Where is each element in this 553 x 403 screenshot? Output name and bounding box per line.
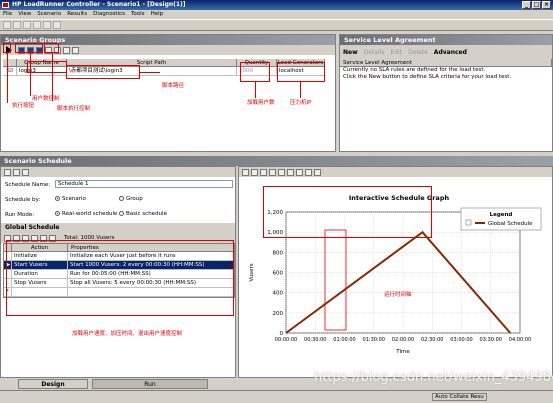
menu-file[interactable]: File <box>3 10 12 19</box>
sla-text-2: Click the New button to define SLA crite… <box>343 74 512 80</box>
x-tick-label: 02:00:00 <box>392 337 414 343</box>
menu-results[interactable]: Results <box>67 10 87 19</box>
menu-diagnostics[interactable]: Diagnostics <box>93 10 125 19</box>
graph-delete-icon[interactable] <box>260 168 267 176</box>
legend-entry: Global Schedule <box>488 221 533 227</box>
sla-details-button[interactable]: Details <box>364 49 385 56</box>
y-tick-label: 600 <box>273 271 284 277</box>
annotation-add-users: 加载用户数 <box>247 100 275 106</box>
y-tick-label: 800 <box>273 250 284 256</box>
y-axis-label: Vusers <box>249 263 255 281</box>
schedule-name-select[interactable]: Schedule 1 <box>55 180 233 188</box>
annotation-user-count: 用户数控制 <box>32 96 60 102</box>
open-icon[interactable] <box>13 21 21 29</box>
group-enabled-checkbox[interactable]: ☑ <box>3 67 17 76</box>
zoom-in-icon[interactable] <box>296 168 303 176</box>
schedule-by-group-radio[interactable]: Group <box>119 196 143 202</box>
x-tick-label: 04:00:00 <box>509 337 531 343</box>
y-tick-label: 200 <box>273 311 284 317</box>
annotation-ramp-control: 加载用户速度、加压时间、退出用户速度控制 <box>72 331 183 337</box>
sla-grid-header: Service Level Agreement <box>340 59 552 67</box>
menu-bar: File View Scenario Results Diagnostics T… <box>0 10 553 19</box>
save-icon[interactable] <box>23 21 31 29</box>
run-icon[interactable] <box>53 21 61 29</box>
x-tick-label: 02:30:00 <box>421 337 443 343</box>
schedule-by-group-label: Group <box>126 196 143 202</box>
zoom-out-icon[interactable] <box>305 168 312 176</box>
menu-scenario[interactable]: Scenario <box>37 10 61 19</box>
x-tick-label: 01:30:00 <box>363 337 385 343</box>
run-mode-basic-radio[interactable]: Basic schedule <box>119 211 167 217</box>
y-tick-label: 400 <box>273 291 284 297</box>
legend-checkbox <box>465 219 472 226</box>
x-tick-label: 01:00:00 <box>333 337 355 343</box>
sla-advanced-button[interactable]: Advanced <box>434 49 467 56</box>
sla-text-1: Currently no SLA rules are defined for t… <box>343 67 486 73</box>
sla-edit-button[interactable]: Edit <box>390 49 402 56</box>
x-axis-label: Time <box>395 349 410 355</box>
maximize-button[interactable]: □ <box>532 1 541 9</box>
x-tick-label: 03:30:00 <box>480 337 502 343</box>
close-button[interactable]: × <box>542 1 551 9</box>
scenario-schedule-header: Scenario Schedule <box>0 156 553 166</box>
run-script-icon[interactable] <box>63 46 70 54</box>
sla-panel: Service Level Agreement New Details Edit… <box>339 34 553 152</box>
auto-collate-status: Auto Collate Resu <box>432 393 487 401</box>
x-tick-label: 00:00:00 <box>275 337 297 343</box>
details-icon[interactable] <box>72 46 79 54</box>
graph-view-icon[interactable] <box>278 168 285 176</box>
app-icon <box>2 2 9 8</box>
x-tick-label: 00:30:00 <box>304 337 326 343</box>
menu-tools[interactable]: Tools <box>131 10 145 19</box>
legend-title: Legend <box>490 212 513 218</box>
delete-schedule-icon[interactable] <box>13 168 20 176</box>
menu-help[interactable]: Help <box>151 10 164 19</box>
window-title: HP LoadRunner Controller - Scenario1 - [… <box>12 1 186 8</box>
annotation-script-exec: 脚本执行控制 <box>57 106 91 112</box>
main-toolbar <box>0 19 553 31</box>
x-tick-label: 03:00:00 <box>450 337 472 343</box>
run-mode-label: Run Mode: <box>5 212 35 218</box>
print-icon[interactable] <box>33 21 41 29</box>
menu-view[interactable]: View <box>18 10 31 19</box>
annotation-exec-button: 执行按钮 <box>12 103 35 109</box>
tab-design[interactable]: Design <box>18 379 88 389</box>
new-icon[interactable] <box>3 21 11 29</box>
run-mode-realworld-radio[interactable]: Real-world schedule <box>55 211 117 217</box>
schedule-by-scenario-radio[interactable]: Scenario <box>55 196 86 202</box>
annotation-run-time-axis: 运行时间轴 <box>384 290 412 298</box>
graph-toolbar <box>239 167 552 177</box>
run-mode-basic-label: Basic schedule <box>126 211 167 217</box>
sla-delete-button[interactable]: Delete <box>408 49 428 56</box>
graph-view2-icon[interactable] <box>287 168 294 176</box>
rename-schedule-icon[interactable] <box>22 168 29 176</box>
title-bar: HP LoadRunner Controller - Scenario1 - [… <box>0 0 553 10</box>
global-schedule-header: Global Schedule <box>1 223 235 233</box>
annotation-script-path: 脚本路径 <box>162 83 185 89</box>
annotation-load-gen-ip: 压力机IP <box>290 100 312 106</box>
sla-new-button[interactable]: New <box>343 49 358 56</box>
sla-header: Service Level Agreement <box>340 35 552 45</box>
graph-edit-icon[interactable] <box>242 168 249 176</box>
design-icon[interactable] <box>43 21 51 29</box>
graph-line-icon[interactable] <box>269 168 276 176</box>
watermark: https://blog.csdn.net/weixin_43949842 <box>314 370 553 385</box>
status-bar: Auto Collate Resu <box>0 390 553 403</box>
tab-run[interactable]: Run <box>92 379 208 389</box>
minimize-button[interactable]: _ <box>522 1 531 9</box>
zoom-reset-icon[interactable] <box>314 168 321 176</box>
schedule-toolbar <box>1 167 235 177</box>
schedule-by-label: Schedule by: <box>5 197 41 203</box>
run-mode-realworld-label: Real-world schedule <box>62 211 118 217</box>
graph-split-icon[interactable] <box>251 168 258 176</box>
sla-toolbar: New Details Edit Delete Advanced <box>340 45 552 59</box>
schedule-by-scenario-label: Scenario <box>62 196 86 202</box>
new-schedule-icon[interactable] <box>4 168 11 176</box>
schedule-name-label: Schedule Name: <box>5 182 51 188</box>
